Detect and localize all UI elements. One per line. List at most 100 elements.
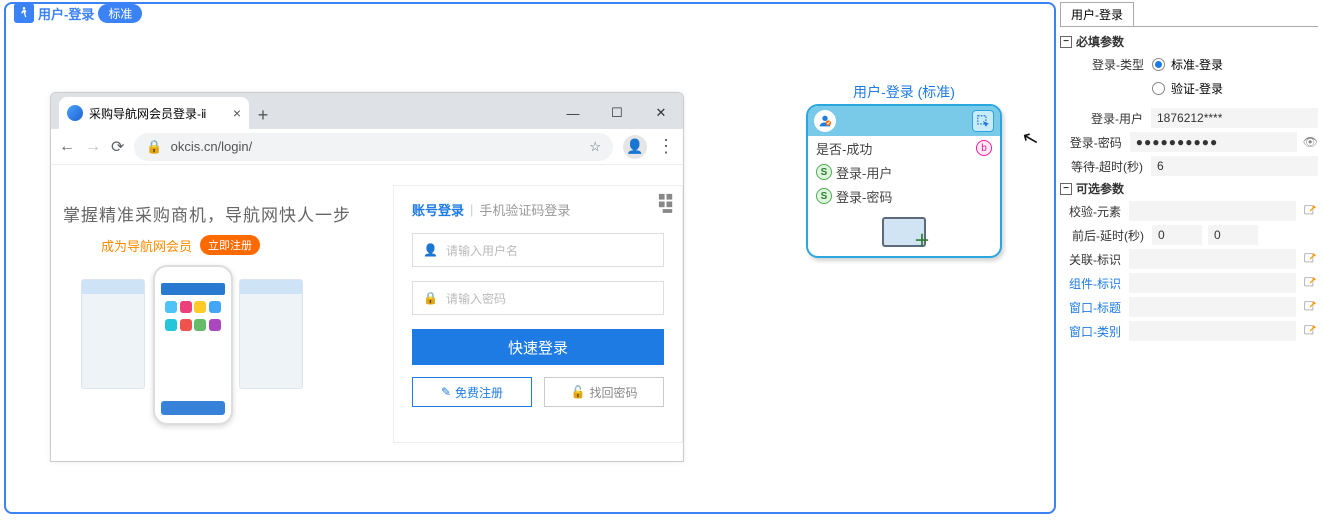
string-type-icon: S xyxy=(816,188,832,204)
bool-type-icon: b xyxy=(976,140,992,156)
input-user-label: 登录-用户 xyxy=(836,163,892,182)
bookmark-icon[interactable]: ☆ xyxy=(589,139,601,155)
delay-after-input[interactable] xyxy=(1208,225,1258,245)
component-id-input[interactable] xyxy=(1129,273,1296,293)
radio-standard-login[interactable] xyxy=(1152,58,1165,71)
element-picker-icon[interactable] xyxy=(972,110,994,132)
browser-window: 采购导航网会员登录-ⅱ × + — ☐ ✕ ← → ⟳ 🔒 okcis.cn/l… xyxy=(50,92,684,462)
node-variant-pill: 标准 xyxy=(98,4,142,23)
window-title-label[interactable]: 窗口-标题 xyxy=(1060,299,1129,316)
edit-icon[interactable] xyxy=(1302,275,1318,291)
close-icon[interactable]: × xyxy=(233,105,241,121)
free-register-button[interactable]: ✎ 免费注册 xyxy=(412,377,532,407)
profile-icon[interactable]: 👤 xyxy=(623,135,647,159)
member-line: 成为导航网会员 立即注册 xyxy=(101,235,260,255)
wait-timeout-input[interactable] xyxy=(1151,156,1318,176)
password-input[interactable]: 🔒 请输入密码 xyxy=(412,281,664,315)
group-required[interactable]: − 必填参数 xyxy=(1060,31,1318,52)
reveal-password-icon[interactable]: 👁 xyxy=(1303,135,1318,149)
page-content: 掌握精准采购商机，导航网快人一步 成为导航网会员 立即注册 xyxy=(51,165,683,461)
user-icon: 👤 xyxy=(423,243,438,257)
member-text: 成为导航网会员 xyxy=(101,236,192,255)
lock-icon: 🔒 xyxy=(146,139,162,155)
new-tab-button[interactable]: + xyxy=(249,101,277,129)
promo-image xyxy=(81,265,311,435)
user-node-icon xyxy=(814,110,836,132)
edit-icon[interactable] xyxy=(1302,299,1318,315)
output-success-label: 是否-成功 xyxy=(816,139,872,158)
component-id-label[interactable]: 组件-标识 xyxy=(1060,275,1129,292)
login-type-label: 登录-类型 xyxy=(1060,56,1152,73)
login-user-label: 登录-用户 xyxy=(1060,110,1151,127)
username-input[interactable]: 👤 请输入用户名 xyxy=(412,233,664,267)
back-icon[interactable]: ← xyxy=(59,138,75,156)
tab-account-login[interactable]: 账号登录 xyxy=(412,200,464,219)
assoc-id-input[interactable] xyxy=(1129,249,1296,269)
unlock-icon: 🔓 xyxy=(571,385,586,399)
input-pass-label: 登录-密码 xyxy=(836,187,892,206)
group-optional[interactable]: − 可选参数 xyxy=(1060,178,1318,199)
qr-icon[interactable] xyxy=(638,192,676,230)
radio-verify-login[interactable] xyxy=(1152,82,1165,95)
edit-icon[interactable] xyxy=(1302,251,1318,267)
url-text: okcis.cn/login/ xyxy=(171,139,253,154)
tab-title: 采购导航网会员登录-ⅱ xyxy=(89,105,207,122)
url-field[interactable]: 🔒 okcis.cn/login/ ☆ xyxy=(134,133,613,161)
maximize-button[interactable]: ☐ xyxy=(595,97,639,129)
username-placeholder: 请输入用户名 xyxy=(446,242,518,259)
walk-icon xyxy=(14,3,34,23)
properties-panel: 用户-登录 − 必填参数 登录-类型 标准-登录 验证-登录 登录-用户 登录 xyxy=(1060,2,1318,514)
collapse-icon[interactable]: − xyxy=(1060,36,1072,48)
input-user-row: S 登录-用户 xyxy=(808,160,1000,184)
delay-before-input[interactable] xyxy=(1152,225,1202,245)
cursor-icon: ↖ xyxy=(1019,124,1042,152)
main-canvas: 用户-登录 标准 采购导航网会员登录-ⅱ × + — ☐ ✕ ← → ⟳ 🔒 o… xyxy=(4,2,1056,514)
login-pass-label: 登录-密码 xyxy=(1060,134,1130,151)
add-icon: ＋ xyxy=(914,227,930,251)
login-form: 账号登录 | 手机验证码登录 👤 请输入用户名 🔒 请输入密码 快速登录 ✎ 免… xyxy=(393,185,683,443)
input-pass-row: S 登录-密码 xyxy=(808,184,1000,208)
edit-icon: ✎ xyxy=(441,385,451,399)
collapse-icon[interactable]: − xyxy=(1060,183,1072,195)
window-class-label[interactable]: 窗口-类别 xyxy=(1060,323,1129,340)
forward-icon[interactable]: → xyxy=(85,138,101,156)
find-password-button[interactable]: 🔓 找回密码 xyxy=(544,377,664,407)
slogan-text: 掌握精准采购商机，导航网快人一步 xyxy=(63,201,351,226)
minimize-button[interactable]: — xyxy=(551,97,595,129)
browser-tab[interactable]: 采购导航网会员登录-ⅱ × xyxy=(59,97,249,129)
register-now-button[interactable]: 立即注册 xyxy=(200,235,260,255)
favicon-icon xyxy=(67,105,83,121)
submit-login-button[interactable]: 快速登录 xyxy=(412,329,664,365)
login-user-input[interactable] xyxy=(1151,108,1318,128)
verify-element-label: 校验-元素 xyxy=(1060,203,1129,220)
screen-icon: ＋ xyxy=(882,217,926,247)
output-success-row: 是否-成功 b xyxy=(808,136,1000,160)
edit-icon[interactable] xyxy=(1302,323,1318,339)
window-controls: — ☐ ✕ xyxy=(551,97,683,129)
login-pass-input[interactable] xyxy=(1130,132,1297,152)
attach-screenshot-slot[interactable]: ＋ xyxy=(808,208,1000,256)
close-button[interactable]: ✕ xyxy=(639,97,683,129)
login-tab-row: 账号登录 | 手机验证码登录 xyxy=(412,200,664,219)
address-bar: ← → ⟳ 🔒 okcis.cn/login/ ☆ 👤 ⋮ xyxy=(51,129,683,165)
password-placeholder: 请输入密码 xyxy=(446,290,506,307)
node-tag-bar: 用户-登录 标准 xyxy=(14,2,142,24)
properties-tab[interactable]: 用户-登录 xyxy=(1060,2,1134,26)
reload-icon[interactable]: ⟳ xyxy=(111,137,124,157)
verify-element-input[interactable] xyxy=(1129,201,1296,221)
string-type-icon: S xyxy=(816,164,832,180)
menu-icon[interactable]: ⋮ xyxy=(657,136,675,157)
tab-sms-login[interactable]: 手机验证码登录 xyxy=(479,200,570,219)
delay-label: 前后-延时(秒) xyxy=(1060,227,1152,244)
lock-icon: 🔒 xyxy=(423,291,438,305)
flow-node-title: 用户-登录 (标准) xyxy=(806,82,1002,102)
edit-icon[interactable] xyxy=(1302,203,1318,219)
browser-tab-strip: 采购导航网会员登录-ⅱ × + — ☐ ✕ xyxy=(51,93,683,129)
window-title-input[interactable] xyxy=(1129,297,1296,317)
flow-node[interactable]: 用户-登录 (标准) ▶ ▶ 是否-成功 b S 登录-用户 S xyxy=(806,82,1002,258)
window-class-input[interactable] xyxy=(1129,321,1296,341)
wait-timeout-label: 等待-超时(秒) xyxy=(1060,158,1151,175)
assoc-id-label: 关联-标识 xyxy=(1060,251,1129,268)
flow-node-header[interactable] xyxy=(808,106,1000,136)
node-title: 用户-登录 xyxy=(38,4,94,23)
